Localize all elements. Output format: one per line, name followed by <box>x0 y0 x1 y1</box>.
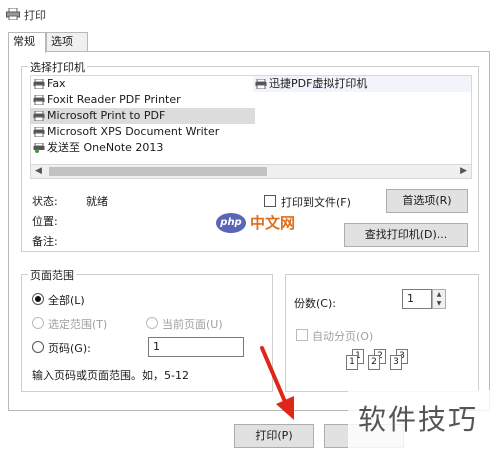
printer-name: Foxit Reader PDF Printer <box>47 93 181 106</box>
window-title: 打印 <box>24 9 46 22</box>
spin-down-icon[interactable]: ▼ <box>433 299 445 308</box>
print-button[interactable]: 打印(P) <box>234 424 314 448</box>
pages-label[interactable]: 页码(G): <box>48 340 91 356</box>
printer-icon <box>33 111 45 121</box>
current-page-radio[interactable] <box>146 317 158 329</box>
printer-name: Microsoft Print to PDF <box>47 109 166 122</box>
collate-page: 2 <box>368 355 380 370</box>
printer-list[interactable]: Fax Foxit Reader PDF Printer Microsoft P… <box>30 75 472 165</box>
printer-icon <box>33 95 45 105</box>
pages-input[interactable]: 1 <box>148 337 244 357</box>
watermark: 软件技巧 <box>348 390 500 457</box>
printer-item-foxit[interactable]: Foxit Reader PDF Printer <box>31 92 251 108</box>
page-range-hint: 输入页码或页面范围。如，5-12 <box>32 369 189 382</box>
printer-name: 迅捷PDF虚拟打印机 <box>269 77 368 90</box>
page-range-label: 页面范围 <box>28 267 76 283</box>
watermark-text: 软件技巧 <box>358 403 479 436</box>
scroll-left-icon[interactable]: ◀ <box>35 165 42 178</box>
printer-name: Fax <box>47 77 66 90</box>
collate-label: 自动分页(O) <box>312 330 374 343</box>
tab-options[interactable]: 选项 <box>46 32 88 52</box>
copies-spinner[interactable]: ▲ ▼ <box>432 289 446 309</box>
php-cn-logo: php 中文网 <box>216 212 308 234</box>
printer-item-fax[interactable]: Fax <box>31 76 251 92</box>
selection-radio[interactable] <box>32 317 44 329</box>
print-to-file-checkbox[interactable] <box>264 195 276 207</box>
printer-item-microsoft-print-to-pdf[interactable]: Microsoft Print to PDF <box>31 108 255 124</box>
collate-checkbox[interactable] <box>296 329 308 341</box>
printer-item-onenote[interactable]: 发送至 OneNote 2013 <box>31 140 251 156</box>
printer-icon <box>6 8 20 20</box>
printer-icon <box>33 127 45 137</box>
printer-item-xps-writer[interactable]: Microsoft XPS Document Writer <box>31 124 251 140</box>
pages-radio[interactable] <box>32 341 44 353</box>
selection-label: 选定范围(T) <box>48 318 108 331</box>
comment-label: 备注: <box>32 235 58 248</box>
copies-label: 份数(C): <box>294 297 336 310</box>
printer-item-xunjie-pdf[interactable]: 迅捷PDF虚拟打印机 <box>253 76 471 92</box>
printer-icon <box>255 79 267 89</box>
logo-text: 中文网 <box>250 214 296 232</box>
title-bar: 打印 <box>0 0 500 30</box>
preferences-button[interactable]: 首选项(R) <box>386 189 468 213</box>
copies-group: 份数(C): 1 ▲ ▼ 自动分页(O) 1 1 2 2 3 3 <box>285 274 479 392</box>
print-to-file-label[interactable]: 打印到文件(F) <box>281 194 351 210</box>
all-pages-radio[interactable] <box>32 293 44 305</box>
tab-general[interactable]: 常规 <box>8 32 46 53</box>
find-printer-button[interactable]: 查找打印机(D)... <box>344 223 468 247</box>
collate-page: 1 <box>346 355 358 370</box>
printer-list-scrollbar[interactable]: ◀ ▶ <box>30 165 472 179</box>
status-label: 状态: <box>32 195 58 208</box>
status-value: 就绪 <box>86 195 108 208</box>
scrollbar-thumb[interactable] <box>49 167 267 176</box>
network-printer-icon <box>33 143 45 153</box>
collate-icon: 1 1 2 2 3 3 <box>342 345 422 385</box>
printer-icon <box>33 79 45 89</box>
scroll-right-icon[interactable]: ▶ <box>460 165 467 178</box>
page-range-group: 页面范围 全部(L) 选定范围(T) 当前页面(U) 页码(G): 1 输入页码… <box>21 267 273 392</box>
logo-badge: php <box>216 213 246 233</box>
location-label: 位置: <box>32 215 58 228</box>
collate-page: 3 <box>390 355 402 370</box>
copies-input[interactable]: 1 <box>402 289 432 309</box>
current-page-label: 当前页面(U) <box>162 318 223 331</box>
printer-name: Microsoft XPS Document Writer <box>47 125 220 138</box>
select-printer-label: 选择打印机 <box>28 59 87 75</box>
all-pages-label[interactable]: 全部(L) <box>48 292 85 308</box>
printer-name: 发送至 OneNote 2013 <box>47 141 164 154</box>
spin-up-icon[interactable]: ▲ <box>433 290 445 299</box>
